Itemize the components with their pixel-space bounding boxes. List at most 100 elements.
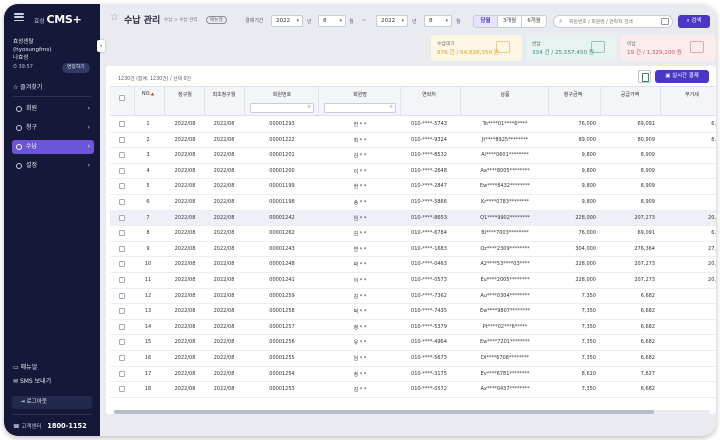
keyboard-icon[interactable]: [661, 18, 669, 25]
unpaid-card[interactable]: 미납 19 건 / 1,329,200 원: [621, 35, 716, 61]
col-phone[interactable]: 연락처: [400, 91, 458, 98]
cell-no: 13: [144, 308, 152, 315]
extend-session-button[interactable]: 연장하기: [62, 63, 90, 73]
col-supply-amount[interactable]: 공급가액: [605, 91, 655, 98]
hamburger-icon[interactable]: [14, 13, 24, 21]
row-checkbox[interactable]: [119, 323, 125, 330]
from-month-select[interactable]: 8 ▾: [318, 15, 346, 27]
row-checkbox[interactable]: [119, 292, 125, 299]
star-icon[interactable]: ☆: [110, 12, 119, 23]
table-row[interactable]: 3 2022/08 2022/08 00001201 김 * * 010-****-853…: [110, 148, 716, 164]
cell-billing-month: 2022/08: [174, 261, 196, 268]
col-product[interactable]: 상품: [465, 91, 545, 98]
from-year-select[interactable]: 2022 ▾: [271, 15, 303, 27]
tab-3-months[interactable]: 3개월: [498, 16, 522, 27]
col-member-no[interactable]: 회원번호: [252, 91, 312, 98]
table-row[interactable]: 17 2022/08 2022/08 00001254 정 * * 010-****-31…: [110, 367, 716, 383]
sms-link[interactable]: ✉ SMS 보내기: [13, 376, 51, 385]
cell-member-no: 00001222: [269, 136, 295, 143]
table-row[interactable]: 16 2022/08 2022/08 00001255 임 * * 010-****-56…: [110, 351, 716, 367]
to-month-select[interactable]: 8 ▾: [424, 15, 452, 27]
col-member-name[interactable]: 회원명: [330, 91, 390, 98]
to-year-select[interactable]: 2022 ▾: [376, 15, 408, 27]
sidebar-item-settings[interactable]: 설정 ›: [12, 159, 94, 173]
cell-no: 15: [144, 339, 152, 346]
table-row[interactable]: 12 2022/08 2022/08 00001259 김 * * 010-****-73…: [110, 289, 716, 305]
table-row[interactable]: 4 2022/08 2022/08 00001200 이 * * 010-****-264…: [110, 164, 716, 180]
table-row[interactable]: 5 2022/08 2022/08 00001199 현 * * 010-****-284…: [110, 179, 716, 195]
row-checkbox[interactable]: [119, 152, 125, 159]
table-row[interactable]: 10 2022/08 2022/08 00001248 박 * * 010-****-04…: [110, 257, 716, 273]
row-checkbox[interactable]: [119, 214, 125, 221]
manual-link[interactable]: ▭ 매뉴얼: [13, 362, 37, 371]
col-first-billing-month[interactable]: 최초청구월: [206, 91, 242, 98]
table-row[interactable]: 6 2022/08 2022/08 00001198 송 * * 010-****-586…: [110, 195, 716, 211]
logout-button[interactable]: ⇥ 로그아웃: [12, 396, 92, 409]
table-row[interactable]: 11 2022/08 2022/08 00001241 이 * * 010-****-05…: [110, 273, 716, 289]
pending-card[interactable]: 수납대기 876 건 / 64,828,350 원: [431, 35, 522, 61]
col-billing-amount[interactable]: 청구금액: [550, 91, 596, 98]
horizontal-scrollbar[interactable]: [114, 410, 710, 414]
row-checkbox[interactable]: [119, 370, 125, 377]
cell-billing-month: 2022/08: [174, 308, 196, 315]
cell-member-no: 00001262: [269, 230, 295, 237]
excel-download-button[interactable]: [638, 70, 651, 83]
row-checkbox[interactable]: [119, 121, 125, 127]
paid-card[interactable]: 완납 334 건 / 25,557,450 원: [526, 35, 617, 61]
cell-no: 3: [146, 152, 150, 159]
page-title: 수납 관리: [124, 16, 161, 26]
tab-6-months[interactable]: 6개월: [522, 16, 546, 27]
row-checkbox[interactable]: [119, 386, 125, 393]
collapse-sidebar-button[interactable]: ›: [97, 40, 105, 52]
member-name-filter[interactable]: ⌕: [324, 103, 396, 113]
cell-product: Kr****0783********: [480, 199, 530, 205]
member-no-filter[interactable]: ⌕: [250, 103, 314, 113]
cell-no: 7: [146, 214, 150, 221]
cell-billing-month: 2022/08: [174, 245, 196, 252]
col-no[interactable]: NO.▲: [138, 91, 158, 97]
row-checkbox[interactable]: [119, 167, 125, 174]
table-row[interactable]: 1 2022/08 2022/08 00001293 한 * * 010-****-574…: [110, 117, 716, 133]
cell-phone: 010-****-2847: [411, 183, 447, 190]
table-row[interactable]: 18 2022/08 2022/08 00001253 김 * * 010-****-05…: [110, 382, 716, 398]
logo[interactable]: 효성 CMS+: [34, 13, 82, 26]
table-row[interactable]: 14 2022/08 2022/08 00001257 정 * * 010-****-53…: [110, 320, 716, 336]
cell-member-no: 00001259: [269, 292, 295, 299]
cell-first-billing-month: 2022/08: [213, 214, 235, 221]
cell-first-billing-month: 2022/08: [213, 370, 235, 377]
live-payment-button[interactable]: ▣ 실시간 결제: [655, 70, 709, 83]
row-checkbox[interactable]: [119, 136, 125, 143]
manual-badge[interactable]: 매뉴얼: [206, 16, 227, 24]
search-input[interactable]: [569, 18, 661, 26]
row-checkbox[interactable]: [119, 339, 125, 346]
cell-billing-month: 2022/08: [174, 121, 196, 127]
table-row[interactable]: 7 2022/08 2022/08 00001242 임 * * 010-****-865…: [110, 210, 716, 227]
favorites-link[interactable]: ☆ 즐겨찾기: [13, 82, 42, 91]
row-checkbox[interactable]: [119, 183, 125, 190]
month-unit: 월: [349, 19, 354, 25]
row-checkbox[interactable]: [119, 277, 125, 283]
row-checkbox[interactable]: [119, 355, 125, 361]
table-row[interactable]: 8 2022/08 2022/08 00001262 김 * * 010-****-678…: [110, 226, 716, 242]
col-vat[interactable]: 부가세: [668, 91, 716, 98]
col-billing-month[interactable]: 청구월: [168, 91, 202, 98]
table-row[interactable]: 2 2022/08 2022/08 00001222 최 * * 010-****-932…: [110, 133, 716, 149]
row-checkbox[interactable]: [119, 230, 125, 237]
row-checkbox[interactable]: [119, 261, 125, 268]
table-row[interactable]: 15 2022/08 2022/08 00001256 유 * * 010-****-49…: [110, 335, 716, 351]
sidebar-item-payment[interactable]: 수납 ›: [12, 140, 94, 154]
row-checkbox[interactable]: [119, 245, 125, 252]
table-row[interactable]: 9 2022/08 2022/08 00001243 연 * * 010-****-168…: [110, 242, 716, 258]
row-checkbox[interactable]: [119, 308, 125, 315]
search-button[interactable]: ⌕ 검색: [678, 15, 710, 28]
cell-member-no: 00001198: [269, 199, 295, 205]
cell-product: Ai****0601********: [481, 152, 529, 159]
table-row[interactable]: 13 2022/08 2022/08 00001258 박 * * 010-****-74…: [110, 304, 716, 320]
sidebar-item-member[interactable]: 회원 ›: [12, 102, 94, 116]
row-checkbox[interactable]: [119, 199, 125, 205]
sidebar-item-billing[interactable]: 청구 ›: [12, 121, 94, 135]
tab-current-month[interactable]: 당월: [474, 16, 498, 27]
cell-first-billing-month: 2022/08: [213, 245, 235, 252]
cell-billing-month: 2022/08: [174, 292, 196, 299]
select-all-checkbox[interactable]: [119, 95, 125, 101]
